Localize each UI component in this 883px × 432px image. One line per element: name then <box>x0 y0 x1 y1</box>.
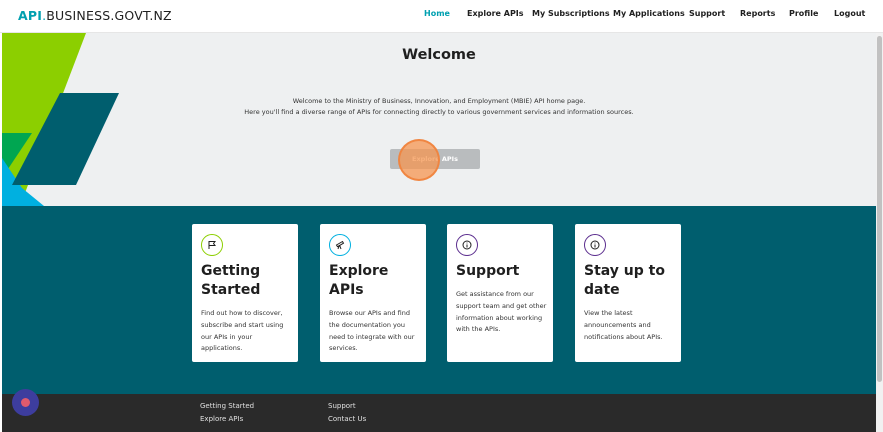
page-title: Welcome <box>402 47 476 63</box>
footer-link-contact-us[interactable]: Contact Us <box>328 415 366 423</box>
footer-link-getting-started[interactable]: Getting Started <box>200 402 254 410</box>
footer-link-explore-apis[interactable]: Explore APIs <box>200 415 243 423</box>
info-icon <box>456 234 478 256</box>
card-title: Support <box>456 263 520 279</box>
logo-api-text: API <box>18 8 43 23</box>
flag-icon <box>201 234 223 256</box>
top-header: API.BUSINESS.GOVT.NZ Home Explore APIs M… <box>0 0 883 33</box>
card-description: Browse our APIs and find the documentati… <box>329 309 415 353</box>
card-title: Getting Started <box>201 263 261 298</box>
nav-explore-apis[interactable]: Explore APIs <box>467 9 524 18</box>
nav-home[interactable]: Home <box>424 9 450 18</box>
hero-intro-line-2: Here you'll find a diverse range of APIs… <box>244 108 634 116</box>
card-explore-apis[interactable]: Explore APIs Browse our APIs and find th… <box>320 224 426 362</box>
card-stay-up-to-date[interactable]: Stay up to date View the latest announce… <box>575 224 681 362</box>
card-title: Explore APIs <box>329 263 389 298</box>
footer-link-support[interactable]: Support <box>328 402 356 410</box>
chat-icon <box>21 398 30 407</box>
nav-reports[interactable]: Reports <box>740 9 775 18</box>
card-support[interactable]: Support Get assistance from our support … <box>447 224 553 362</box>
card-description: Get assistance from our support team and… <box>456 290 547 334</box>
nav-my-applications[interactable]: My Applications <box>613 9 685 18</box>
nav-profile[interactable]: Profile <box>789 9 818 18</box>
nav-support[interactable]: Support <box>689 9 725 18</box>
chat-widget-button[interactable] <box>12 389 39 416</box>
explore-apis-button[interactable]: Explore APIs <box>390 149 480 169</box>
site-logo[interactable]: API.BUSINESS.GOVT.NZ <box>18 8 172 23</box>
logo-domain-text: BUSINESS.GOVT.NZ <box>46 8 172 23</box>
card-title: Stay up to date <box>584 263 665 298</box>
card-description: View the latest announcements and notifi… <box>584 309 663 341</box>
telescope-icon <box>329 234 351 256</box>
hero-intro-line-1: Welcome to the Ministry of Business, Inn… <box>292 97 586 105</box>
page-scrollbar-thumb[interactable] <box>877 36 882 382</box>
card-getting-started[interactable]: Getting Started Find out how to discover… <box>192 224 298 362</box>
card-description: Find out how to discover, subscribe and … <box>201 309 284 353</box>
feature-cards-band: Getting Started Find out how to discover… <box>2 206 876 394</box>
hero-section: Welcome Welcome to the Ministry of Busin… <box>2 33 876 206</box>
page-footer: Getting Started Explore APIs Support Con… <box>2 394 876 432</box>
info-icon <box>584 234 606 256</box>
nav-my-subscriptions[interactable]: My Subscriptions <box>532 9 610 18</box>
nav-logout[interactable]: Logout <box>834 9 865 18</box>
